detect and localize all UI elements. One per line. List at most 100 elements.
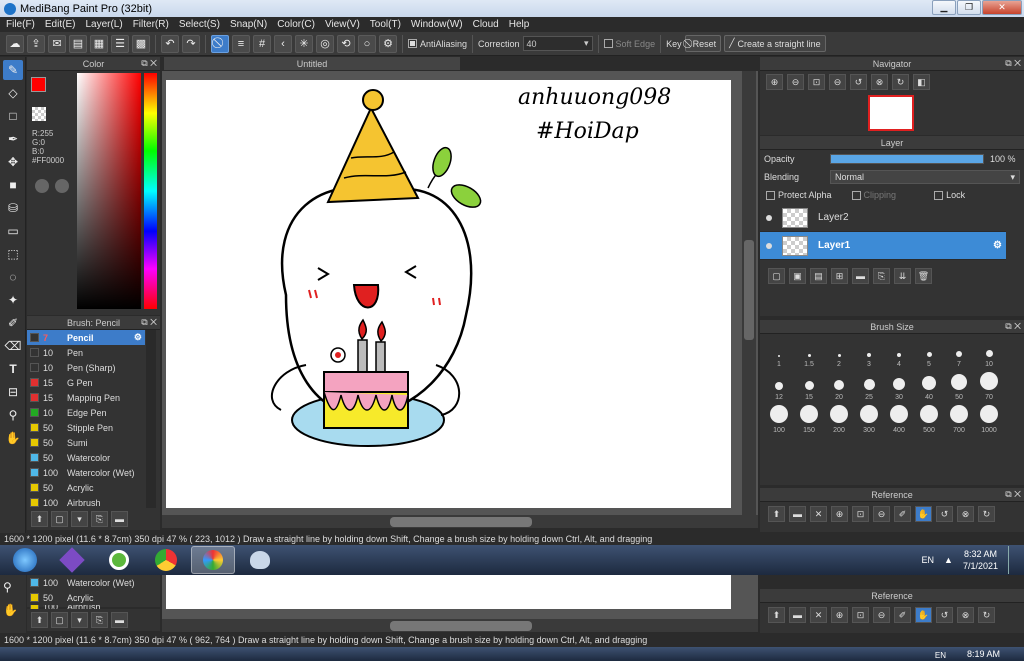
flip-icon[interactable]: ◧ (913, 74, 930, 90)
zoom-out-icon[interactable]: ⊖ (873, 506, 890, 522)
opacity-slider[interactable] (830, 154, 984, 164)
brush-size-cell[interactable]: 2 (824, 338, 854, 368)
fill-rect-icon[interactable]: ■ (3, 175, 23, 195)
close-button[interactable]: ✕ (982, 0, 1022, 15)
correction-select[interactable]: 40 ▾ (522, 36, 593, 51)
upload-icon[interactable]: ⬆ (768, 506, 785, 522)
app-green-icon[interactable] (97, 546, 141, 574)
new-brush-icon[interactable]: ▢ (51, 612, 68, 628)
snap-radial-icon[interactable]: ✳ (295, 34, 313, 53)
brush-size-cell[interactable]: 1 (764, 338, 794, 368)
clipping-checkbox[interactable]: Clipping (851, 190, 896, 201)
canvas[interactable]: anhuuong098 #HoiDap (166, 80, 731, 508)
snap-curve-icon[interactable]: ⟲ (337, 34, 355, 53)
snap-parallel-icon[interactable]: ≡ (232, 34, 250, 53)
menu-window[interactable]: Window(W) (411, 19, 463, 30)
select-pen-icon[interactable]: ✐ (3, 313, 23, 333)
brush-item[interactable]: 50 Acrylic (27, 480, 145, 495)
transparent-color-icon[interactable] (32, 107, 46, 121)
menu-cloud[interactable]: Cloud (473, 19, 499, 30)
color-wheel-icon[interactable] (55, 179, 69, 193)
hue-slider[interactable] (144, 73, 157, 309)
pen-tool-icon[interactable]: ✒ (3, 129, 23, 149)
zoom-out-icon[interactable]: ⊖ (787, 74, 804, 90)
antialiasing-checkbox[interactable]: AntiAliasing (408, 39, 467, 49)
menu-color[interactable]: Color(C) (277, 19, 315, 30)
brush-item[interactable]: 10 Pen (27, 345, 145, 360)
brush-size-cell[interactable]: 15 (794, 371, 824, 401)
saturation-value-picker[interactable] (77, 73, 141, 309)
grid-icon[interactable]: ▩ (132, 34, 150, 53)
menu-snap[interactable]: Snap(N) (230, 19, 267, 30)
brush-item[interactable]: 15 G Pen (27, 375, 145, 390)
comment-icon[interactable]: ✉ (48, 34, 66, 53)
medibang-icon[interactable] (191, 546, 235, 574)
reset-rotate-icon[interactable]: ⊗ (871, 74, 888, 90)
zoom-in-icon[interactable]: ⊕ (831, 506, 848, 522)
brush-item[interactable]: 7 Pencil ⚙ (27, 330, 145, 345)
magic-wand-icon[interactable]: ✦ (3, 290, 23, 310)
snap-cross-icon[interactable]: # (253, 34, 271, 53)
layer-row-layer1[interactable]: Layer1 ⚙ (760, 232, 1006, 261)
brush-folder-icon[interactable]: ▬ (111, 612, 128, 628)
menu-layer[interactable]: Layer(L) (85, 19, 122, 30)
rect-tool-icon[interactable]: □ (3, 106, 23, 126)
create-straight-line-button[interactable]: ╱ Create a straight line (724, 35, 826, 52)
chrome-icon[interactable] (144, 546, 188, 574)
protect-alpha-checkbox[interactable]: Protect Alpha (766, 190, 832, 201)
visual-studio-icon[interactable] (50, 546, 94, 574)
eraser-tool-icon[interactable]: ◇ (3, 83, 23, 103)
clock[interactable]: 8:32 AM 7/1/2021 (963, 548, 998, 572)
brush-size-cell[interactable]: 40 (914, 371, 944, 401)
hand-tool-icon[interactable]: ✋ (3, 603, 23, 623)
vertical-scroll-thumb[interactable] (744, 240, 754, 340)
paint-icon[interactable] (238, 546, 282, 574)
add-brush-icon[interactable]: ⬆ (31, 511, 48, 527)
brush-size-cell[interactable]: 12 (764, 371, 794, 401)
gear-icon[interactable]: ⚙ (993, 240, 1002, 251)
language-indicator[interactable]: EN (922, 555, 935, 565)
snap-off-icon[interactable]: ⃠ (211, 34, 229, 53)
menu-file[interactable]: File(F) (6, 19, 35, 30)
brush-copy-icon[interactable]: ⎘ (91, 511, 108, 527)
brush-size-cell[interactable]: 200 (824, 404, 854, 434)
snap-circle-icon[interactable]: ◎ (316, 34, 334, 53)
palette-icon[interactable] (35, 179, 49, 193)
soft-edge-checkbox[interactable]: Soft Edge (603, 39, 655, 49)
brush-size-cell[interactable]: 20 (824, 371, 854, 401)
layer-row-layer2[interactable]: Layer2 (760, 204, 1006, 233)
menu-view[interactable]: View(V) (325, 19, 360, 30)
brush-size-cell[interactable]: 3 (854, 338, 884, 368)
tray-expand-icon[interactable]: ▲ (944, 555, 953, 565)
snap-vanish-icon[interactable]: ‹ (274, 34, 292, 53)
brush-size-cell[interactable]: 300 (854, 404, 884, 434)
navigator-thumbnail[interactable] (868, 95, 914, 131)
text-tool-icon[interactable]: T (3, 359, 23, 379)
brush-item[interactable]: 10 Pen (Sharp) (27, 360, 145, 375)
undo-icon[interactable]: ↶ (161, 34, 179, 53)
gradient-tool-icon[interactable]: ▭ (3, 221, 23, 241)
new-brush-icon[interactable]: ▢ (51, 511, 68, 527)
brush-size-cell[interactable]: 50 (944, 371, 974, 401)
folder-icon[interactable]: ▬ (852, 268, 869, 285)
brush-size-cell[interactable]: 25 (854, 371, 884, 401)
brush-tool-icon[interactable]: ✎ (3, 60, 23, 80)
brush-size-cell[interactable]: 7 (944, 338, 974, 368)
brush-size-cell[interactable]: 10 (974, 338, 1004, 368)
menu-help[interactable]: Help (509, 19, 530, 30)
brush-menu-icon[interactable]: ▾ (71, 612, 88, 628)
minimize-button[interactable]: ▁ (932, 0, 956, 15)
brush-size-cell[interactable]: 500 (914, 404, 944, 434)
reset-button[interactable]: ⃠Reset (684, 35, 722, 52)
brush-item[interactable]: 50 Stipple Pen (27, 420, 145, 435)
fit-icon[interactable]: ⊡ (808, 74, 825, 90)
add-layer-menu-icon[interactable]: ⊞ (831, 268, 848, 285)
cloud-icon[interactable]: ☁ (6, 34, 24, 53)
eye-icon[interactable] (766, 242, 772, 249)
zoom-in-icon[interactable]: ⊕ (766, 74, 783, 90)
panel-controls-icon[interactable]: ⧉ ✕ (141, 58, 157, 69)
horizontal-scroll-thumb[interactable] (390, 517, 532, 527)
gear-icon[interactable]: ⚙ (134, 332, 142, 343)
show-desktop-button[interactable] (1008, 546, 1018, 574)
brush-item[interactable]: 50 Watercolor (27, 450, 145, 465)
